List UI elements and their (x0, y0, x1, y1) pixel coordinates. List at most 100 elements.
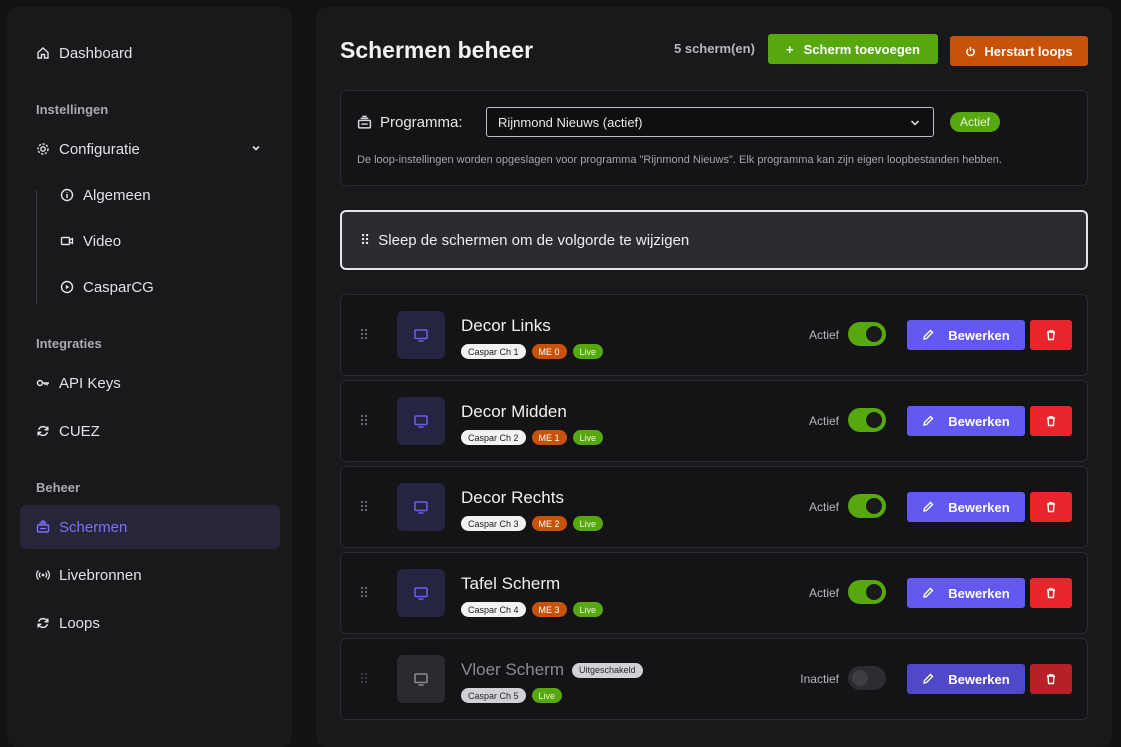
toggle-knob (866, 498, 882, 514)
active-toggle[interactable] (848, 322, 886, 346)
status-label: Actief (808, 328, 839, 342)
video-camera-icon (60, 234, 74, 248)
nav-configuratie[interactable]: Configuratie (20, 127, 280, 171)
active-toggle[interactable] (848, 580, 886, 604)
program-label-text: Programma: (380, 114, 463, 131)
me-tag: ME 3 (531, 602, 567, 617)
nav-schermen[interactable]: Schermen (20, 505, 280, 549)
nav-loops[interactable]: Loops (20, 601, 280, 645)
power-icon (966, 46, 976, 56)
screen-thumbnail (397, 655, 445, 703)
info-icon (60, 188, 74, 202)
edit-button[interactable]: Bewerken (907, 492, 1025, 522)
status-label: Actief (808, 586, 839, 600)
restart-loops-button[interactable]: Herstart loops (950, 36, 1088, 66)
nav-api-keys-label: API Keys (59, 374, 121, 392)
section-integrations: Integraties (36, 336, 102, 351)
nav-schermen-label: Schermen (59, 518, 128, 536)
delete-button[interactable] (1030, 578, 1072, 608)
screen-row: Tafel Scherm Caspar Ch 4 ME 3 Live Actie… (340, 552, 1088, 634)
edit-label: Bewerken (948, 585, 1010, 601)
live-tag: Live (572, 602, 604, 617)
gear-icon (36, 142, 50, 156)
monitor-icon (414, 673, 428, 686)
me-tag: ME 2 (531, 516, 567, 531)
screen-tags: Caspar Ch 3 ME 2 Live (461, 516, 604, 531)
caspar-channel-tag: Caspar Ch 1 (461, 344, 526, 359)
drag-handle-icon[interactable] (359, 327, 369, 341)
screen-name: Tafel Scherm (461, 574, 561, 593)
delete-button[interactable] (1030, 406, 1072, 436)
pencil-icon (923, 587, 934, 598)
nav-casparcg[interactable]: CasparCG (44, 265, 280, 309)
add-screen-label: Scherm toevoegen (803, 41, 920, 57)
drag-handle-icon[interactable] (359, 499, 369, 513)
sync-icon (36, 424, 50, 438)
chevron-down-icon[interactable] (250, 142, 262, 154)
program-select[interactable]: Rijnmond Nieuws (actief) (486, 107, 934, 137)
nav-video-label: Video (83, 232, 122, 250)
edit-button[interactable]: Bewerken (907, 578, 1025, 608)
chevron-down-icon (910, 120, 920, 126)
nav-casparcg-label: CasparCG (83, 278, 154, 296)
active-toggle[interactable] (848, 494, 886, 518)
nav-livebronnen[interactable]: Livebronnen (20, 553, 280, 597)
caspar-channel-tag: Caspar Ch 3 (461, 516, 526, 531)
nav-api-keys[interactable]: API Keys (20, 361, 280, 405)
nav-algemeen[interactable]: Algemeen (44, 173, 280, 217)
program-status-badge: Actief (950, 112, 1001, 132)
edit-button[interactable]: Bewerken (907, 406, 1025, 436)
edit-label: Bewerken (948, 671, 1010, 687)
drag-handle-icon[interactable] (359, 671, 369, 685)
edit-label: Bewerken (948, 413, 1010, 429)
nav-dashboard[interactable]: Dashboard (20, 31, 280, 75)
section-settings: Instellingen (36, 102, 109, 117)
pencil-icon (923, 673, 934, 684)
nav-video[interactable]: Video (44, 219, 280, 263)
screen-thumbnail (397, 311, 445, 359)
screen-row: Decor Midden Caspar Ch 2 ME 1 Live Actie… (340, 380, 1088, 462)
screen-row: Decor Rechts Caspar Ch 3 ME 2 Live Actie… (340, 466, 1088, 548)
trash-icon (1047, 330, 1055, 341)
monitor-icon (414, 329, 428, 342)
screen-name: Decor Midden (461, 402, 567, 421)
screen-count: 5 scherm(en) (674, 41, 755, 56)
sidebar: Dashboard Instellingen Configuratie Alge… (7, 7, 292, 747)
monitor-icon (414, 501, 428, 514)
toggle-knob (866, 412, 882, 428)
status-label: Actief (808, 414, 839, 428)
drag-hint: ⠿ Sleep de schermen om de volgorde te wi… (340, 210, 1088, 270)
edit-button[interactable]: Bewerken (907, 664, 1025, 694)
disabled-badge: Uitgeschakeld (571, 662, 643, 678)
trash-icon (1047, 588, 1055, 599)
screen-tags: Caspar Ch 1 ME 0 Live (461, 344, 604, 359)
active-toggle[interactable] (848, 408, 886, 432)
live-tag: Live (572, 430, 604, 445)
drag-handle-icon[interactable] (359, 585, 369, 599)
monitor-icon (414, 415, 428, 428)
add-screen-button[interactable]: + Scherm toevoegen (768, 34, 938, 64)
delete-button[interactable] (1030, 492, 1072, 522)
edit-button[interactable]: Bewerken (907, 320, 1025, 350)
caspar-channel-tag: Caspar Ch 4 (461, 602, 526, 617)
delete-button[interactable] (1030, 664, 1072, 694)
active-toggle[interactable] (848, 666, 886, 690)
screen-thumbnail (397, 397, 445, 445)
program-note: De loop-instellingen worden opgeslagen v… (357, 154, 1002, 166)
drag-handle-icon: ⠿ (360, 231, 371, 248)
main-panel: Schermen beheer 5 scherm(en) + Scherm to… (316, 7, 1112, 747)
drag-handle-icon[interactable] (359, 413, 369, 427)
program-select-value: Rijnmond Nieuws (actief) (498, 114, 643, 130)
section-manage: Beheer (36, 480, 81, 495)
screen-thumbnail (397, 569, 445, 617)
caspar-channel-tag: Caspar Ch 2 (461, 430, 526, 445)
screen-thumbnail (397, 483, 445, 531)
screen-row: Vloer Scherm Uitgeschakeld Caspar Ch 5 L… (340, 638, 1088, 720)
drag-hint-text: Sleep de schermen om de volgorde te wijz… (378, 231, 690, 249)
pencil-icon (923, 329, 934, 340)
delete-button[interactable] (1030, 320, 1072, 350)
nav-cuez[interactable]: CUEZ (20, 409, 280, 453)
program-label: Programma: (357, 114, 463, 131)
broadcast-icon (36, 568, 50, 582)
me-tag: ME 0 (531, 344, 567, 359)
